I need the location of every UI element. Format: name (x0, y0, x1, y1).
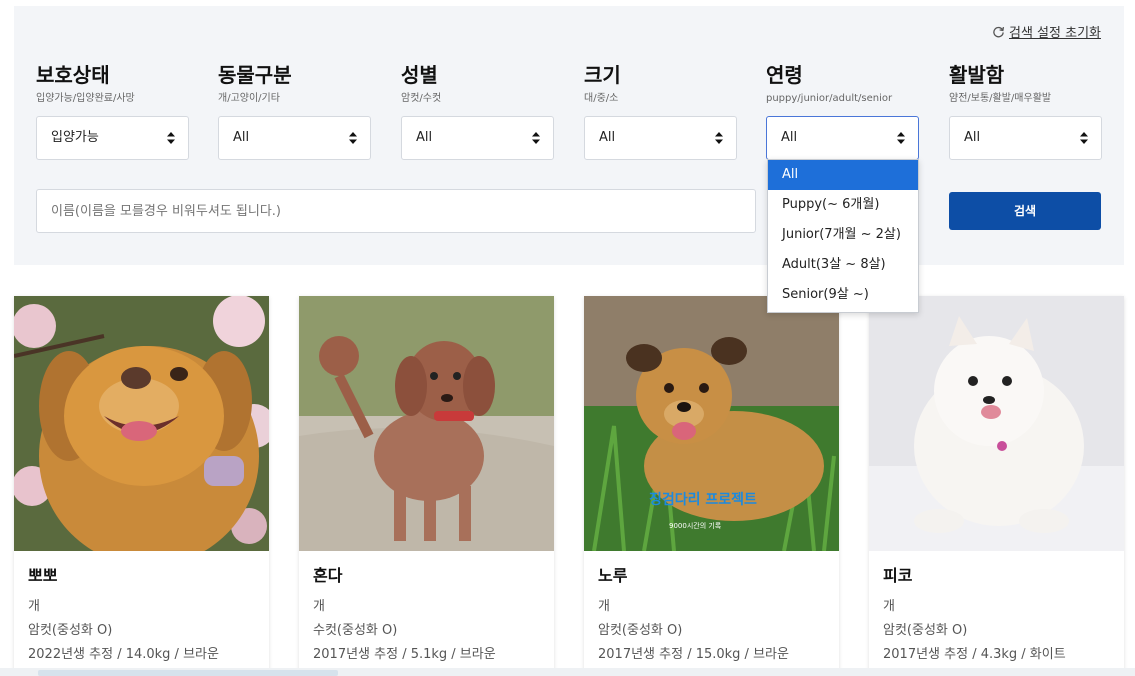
filter-activity: 활발함 얌전/보통/활발/매우활발 All (949, 62, 1102, 160)
search-button[interactable]: 검색 (949, 192, 1101, 230)
animal-name: 피코 (883, 566, 913, 585)
animal-species: 개 (313, 599, 325, 614)
animal-species: 개 (598, 599, 610, 614)
animal-sex: 암컷(중성화 O) (598, 623, 683, 638)
select-value: All (599, 130, 616, 145)
animal-details: 2022년생 추정 / 14.0kg / 브라운 (28, 647, 219, 662)
select-value: All (964, 130, 981, 145)
filter-title: 동물구분 (218, 63, 292, 87)
filter-title: 보호상태 (36, 63, 110, 87)
filter-animal-type: 동물구분 개/고양이/기타 All (218, 62, 371, 160)
refresh-icon (993, 26, 1005, 37)
select-arrows-icon (167, 132, 175, 144)
select-arrows-icon (1080, 132, 1088, 144)
filter-sex: 성별 암컷/수컷 All (401, 62, 554, 160)
age-select[interactable]: All (766, 116, 919, 160)
protection-status-select[interactable]: 입양가능 (36, 116, 189, 160)
watermark-subtext: 9000시간의 기록 (669, 521, 722, 530)
name-search-input[interactable] (36, 189, 756, 233)
sex-select[interactable]: All (401, 116, 554, 160)
filter-title: 연령 (766, 63, 803, 87)
dropdown-option-all[interactable]: All (768, 160, 918, 190)
reset-filters-label: 검색 설정 초기화 (1009, 25, 1101, 41)
select-arrows-icon (715, 132, 723, 144)
select-arrows-icon (897, 132, 905, 144)
size-select[interactable]: All (584, 116, 737, 160)
watermark-text: 징검다리 프로젝트 (649, 491, 757, 508)
horizontal-scrollbar[interactable] (0, 668, 1135, 676)
animal-details: 2017년생 추정 / 4.3kg / 화이트 (883, 647, 1066, 662)
filter-protection-status: 보호상태 입양가능/입양완료/사망 입양가능 (36, 62, 189, 160)
dropdown-option-adult[interactable]: Adult(3살 ~ 8살) (768, 250, 918, 280)
filter-subtitle: 입양가능/입양완료/사망 (36, 93, 135, 104)
filter-size: 크기 대/중/소 All (584, 62, 737, 160)
filter-age: 연령 puppy/junior/adult/senior All (766, 62, 919, 160)
animal-sex: 암컷(중성화 O) (28, 623, 113, 638)
animal-details: 2017년생 추정 / 15.0kg / 브라운 (598, 647, 789, 662)
animal-photo[interactable] (869, 296, 1124, 551)
filter-subtitle: 암컷/수컷 (401, 93, 442, 104)
animal-photo[interactable] (14, 296, 269, 551)
filter-subtitle: 얌전/보통/활발/매우활발 (949, 93, 1052, 104)
animal-species: 개 (883, 599, 895, 614)
age-dropdown-list: All Puppy(~ 6개월) Junior(7개월 ~ 2살) Adult(… (767, 159, 919, 313)
animal-sex: 암컷(중성화 O) (883, 623, 968, 638)
animal-card[interactable]: 징검다리 프로젝트 9000시간의 기록 노루 개 암컷(중성화 O) 2017… (584, 296, 839, 676)
filter-panel: 검색 설정 초기화 보호상태 입양가능/입양완료/사망 입양가능 동물구분 개/… (14, 6, 1124, 265)
filter-subtitle: 개/고양이/기타 (218, 93, 280, 104)
animal-sex: 수컷(중성화 O) (313, 623, 398, 638)
select-value: 입양가능 (51, 130, 99, 145)
select-value: All (233, 130, 250, 145)
animal-name: 노루 (598, 566, 628, 585)
animal-card[interactable]: 혼다 개 수컷(중성화 O) 2017년생 추정 / 5.1kg / 브라운 (299, 296, 554, 676)
scrollbar-thumb[interactable] (38, 670, 338, 676)
select-value: All (416, 130, 433, 145)
animal-card[interactable]: 뽀뽀 개 암컷(중성화 O) 2022년생 추정 / 14.0kg / 브라운 (14, 296, 269, 676)
filter-subtitle: puppy/junior/adult/senior (766, 93, 893, 104)
filter-subtitle: 대/중/소 (584, 93, 619, 104)
animal-species: 개 (28, 599, 40, 614)
filter-title: 성별 (401, 63, 438, 87)
animal-photo[interactable]: 징검다리 프로젝트 9000시간의 기록 (584, 296, 839, 551)
animal-photo[interactable] (299, 296, 554, 551)
select-value: All (781, 130, 798, 145)
filter-title: 크기 (584, 63, 621, 87)
reset-filters-link[interactable]: 검색 설정 초기화 (992, 23, 1101, 41)
animal-name: 혼다 (313, 566, 343, 585)
animal-type-select[interactable]: All (218, 116, 371, 160)
activity-select[interactable]: All (949, 116, 1102, 160)
animal-details: 2017년생 추정 / 5.1kg / 브라운 (313, 647, 496, 662)
animal-card[interactable]: 피코 개 암컷(중성화 O) 2017년생 추정 / 4.3kg / 화이트 (869, 296, 1124, 676)
dropdown-option-senior[interactable]: Senior(9살 ~) (768, 280, 918, 310)
select-arrows-icon (349, 132, 357, 144)
filter-title: 활발함 (949, 63, 1005, 87)
animal-name: 뽀뽀 (28, 566, 58, 585)
dropdown-option-puppy[interactable]: Puppy(~ 6개월) (768, 190, 918, 220)
select-arrows-icon (532, 132, 540, 144)
dropdown-option-junior[interactable]: Junior(7개월 ~ 2살) (768, 220, 918, 250)
